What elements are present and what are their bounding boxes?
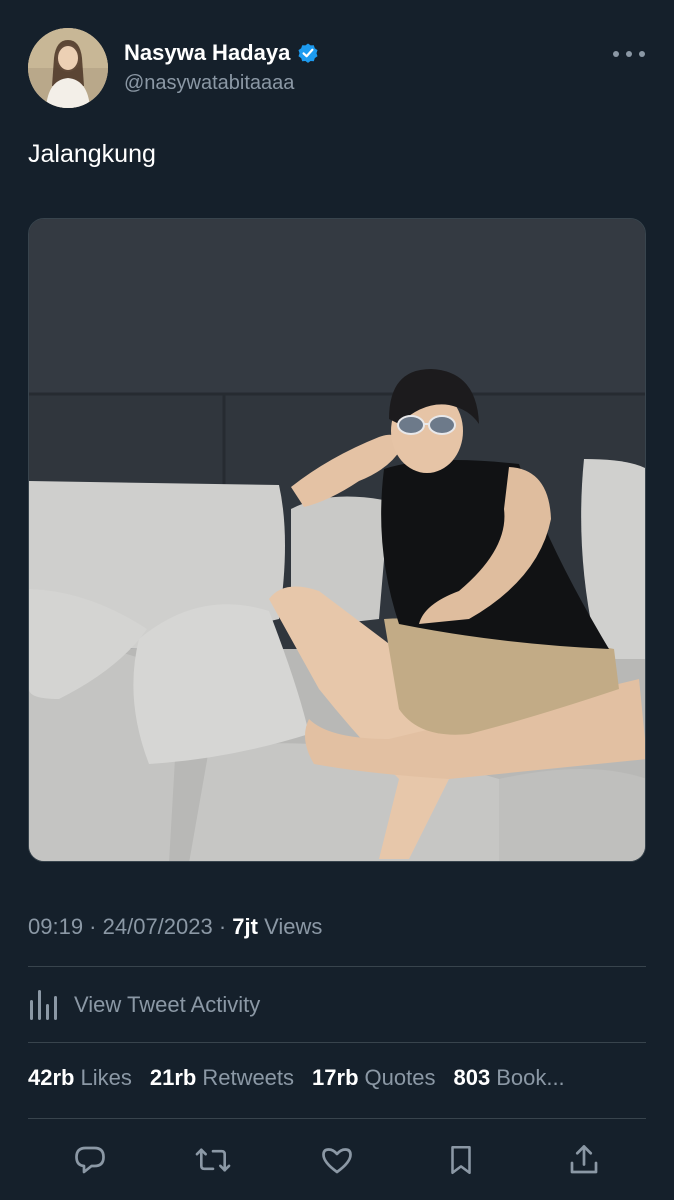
tweet-time: 09:19 [28, 914, 84, 939]
meta-separator: · [212, 914, 233, 939]
views-count: 7jt [232, 914, 258, 939]
author-info: Nasywa Hadaya @nasywatabitaaaa [124, 40, 320, 95]
tweet-meta: 09:19 · 24/07/2023 · 7jt Views [28, 914, 322, 940]
divider [28, 1118, 646, 1119]
bookmarks-count: 803 [453, 1065, 491, 1090]
heart-icon [322, 1148, 352, 1174]
divider [28, 966, 646, 967]
divider [28, 1042, 646, 1043]
retweets-count: 21rb [149, 1065, 197, 1090]
retweets-stat[interactable]: 21rb Retweets [150, 1065, 294, 1091]
activity-label: View Tweet Activity [74, 992, 261, 1017]
like-button[interactable] [317, 1140, 357, 1180]
more-options-button[interactable] [612, 44, 646, 64]
reply-icon [74, 1146, 105, 1174]
photo-content [29, 219, 645, 861]
views-label: Views [264, 914, 323, 939]
quotes-label: Quotes [364, 1065, 436, 1090]
retweet-button[interactable] [193, 1140, 233, 1180]
more-icon [613, 51, 645, 57]
engagement-stats: 42rb Likes 21rb Retweets 17rb Quotes 803… [28, 1065, 646, 1091]
tweet-action-bar [28, 1140, 646, 1180]
retweets-label: Retweets [202, 1065, 295, 1090]
bookmarks-stat[interactable]: 803 Book... [453, 1065, 564, 1091]
display-name[interactable]: Nasywa Hadaya [124, 40, 290, 66]
name-row: Nasywa Hadaya [124, 40, 320, 66]
tweet-detail-page: Nasywa Hadaya @nasywatabitaaaa Jalangkun… [0, 0, 674, 1200]
meta-separator: · [83, 914, 103, 939]
share-button[interactable] [564, 1140, 604, 1180]
bookmarks-label: Book... [496, 1065, 565, 1090]
quotes-count: 17rb [312, 1065, 359, 1090]
likes-label: Likes [80, 1065, 132, 1090]
share-icon [570, 1145, 598, 1174]
quotes-stat[interactable]: 17rb Quotes [312, 1065, 435, 1091]
verified-badge-icon [296, 41, 320, 65]
likes-count: 42rb [28, 1065, 75, 1090]
bar-chart-icon [30, 990, 57, 1020]
tweet-text: Jalangkung [28, 140, 156, 168]
avatar-image [28, 28, 108, 108]
retweet-icon [195, 1148, 231, 1172]
view-tweet-activity-button[interactable]: View Tweet Activity [28, 985, 260, 1025]
tweet-media-image[interactable] [28, 218, 646, 862]
likes-stat[interactable]: 42rb Likes [28, 1065, 132, 1091]
bookmark-icon [450, 1145, 471, 1175]
bookmark-button[interactable] [441, 1140, 481, 1180]
user-handle[interactable]: @nasywatabitaaaa [124, 72, 320, 95]
reply-button[interactable] [70, 1140, 110, 1180]
avatar[interactable] [28, 28, 108, 108]
tweet-date: 24/07/2023 [102, 914, 213, 939]
